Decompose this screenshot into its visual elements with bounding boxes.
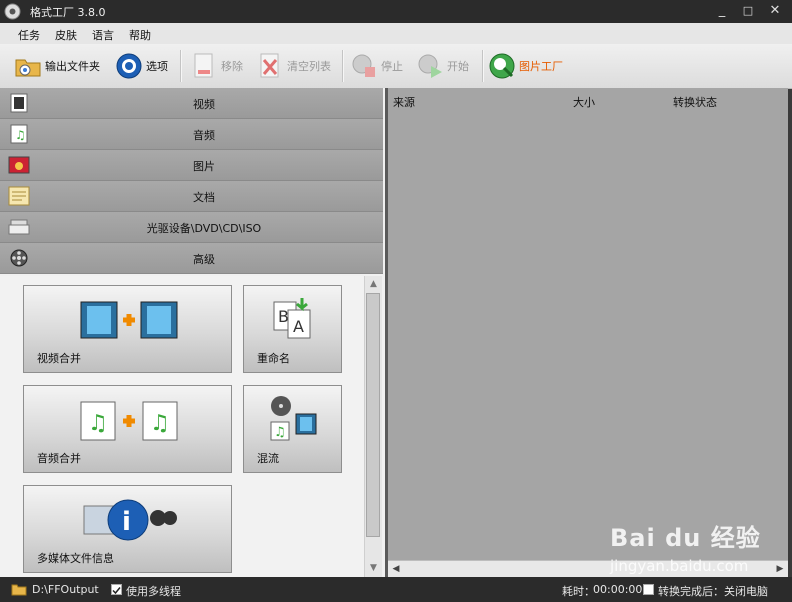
window-title: 格式工厂 3.8.0 — [30, 6, 106, 19]
svg-text:B: B — [278, 307, 289, 326]
folder-icon — [15, 59, 41, 77]
picture-factory-button[interactable]: 图片工厂 — [488, 51, 563, 81]
rename-tile[interactable]: B A 重命名 — [243, 285, 342, 373]
watermark-url: jingyan.baidu.com — [610, 557, 749, 575]
column-source[interactable]: 来源 — [393, 94, 415, 110]
audio-join-tile[interactable]: ♫ ♫ 音频合并 — [23, 385, 232, 473]
output-folder-button[interactable]: 输出文件夹 — [14, 51, 100, 81]
gear-icon — [116, 53, 142, 79]
tiles-scrollbar[interactable]: ▲ ▼ — [364, 276, 382, 577]
folder-icon — [11, 584, 27, 596]
status-bar: D:\FFOutput 使用多线程 耗时： 00:00:00 转换完成后：关闭电… — [0, 577, 792, 602]
remove-button[interactable]: 移除 — [190, 51, 243, 81]
task-list[interactable]: 来源 大小 转换状态 ◀ ▶ — [388, 88, 788, 578]
svg-text:♫: ♫ — [274, 425, 286, 440]
svg-text:i: i — [122, 507, 131, 537]
scrollbar-thumb[interactable] — [366, 293, 380, 537]
checkmark-icon — [112, 587, 121, 595]
clear-list-button[interactable]: 清空列表 — [256, 51, 331, 81]
app-logo-icon — [4, 3, 21, 20]
multithread-label: 使用多线程 — [126, 585, 181, 598]
svg-text:♫: ♫ — [88, 411, 108, 436]
watermark: Bai du 经验 jingyan.baidu.com — [610, 518, 761, 575]
output-folder-path[interactable]: D:\FFOutput — [32, 583, 99, 596]
scroll-left-icon[interactable]: ◀ — [388, 561, 404, 578]
toolbar-separator — [342, 50, 344, 82]
menu-help[interactable]: 帮助 — [129, 27, 151, 43]
menu-skin[interactable]: 皮肤 — [55, 27, 77, 43]
start-icon — [418, 54, 442, 78]
elapsed-label: 耗时： — [562, 585, 595, 598]
options-button[interactable]: 选项 — [115, 51, 168, 81]
multithread-checkbox[interactable] — [111, 584, 122, 595]
after-done-label: 转换完成后：关闭电脑 — [658, 585, 768, 598]
scroll-down-icon[interactable]: ▼ — [365, 560, 382, 576]
svg-text:A: A — [293, 317, 304, 336]
video-join-tile[interactable]: 视频合并 — [23, 285, 232, 373]
media-info-icon: i — [83, 499, 177, 541]
scroll-right-icon[interactable]: ▶ — [772, 561, 788, 578]
advanced-tools-panel: 视频合并 B A 重命名 ♫ ♫ 音频合并 ♫ 混流 i 多媒体文件信息 — [0, 276, 364, 577]
stop-icon — [352, 54, 375, 77]
audio-join-icon: ♫ ♫ — [80, 401, 178, 441]
category-picture[interactable]: 图片 — [0, 150, 383, 181]
shutdown-checkbox[interactable] — [643, 584, 654, 595]
stop-button[interactable]: 停止 — [350, 51, 403, 81]
minimize-button[interactable]: _ — [710, 0, 734, 23]
mux-tile[interactable]: ♫ 混流 — [243, 385, 342, 473]
video-join-icon — [80, 301, 178, 339]
rename-icon: B A — [273, 298, 311, 339]
category-optical-drive[interactable]: 光驱设备\DVD\CD\ISO — [0, 212, 383, 243]
toolbar-separator — [482, 50, 484, 82]
toolbar: 输出文件夹 选项 移除 清空列表 停止 开始 图片工厂 — [0, 44, 792, 89]
start-button[interactable]: 开始 — [416, 51, 469, 81]
column-status[interactable]: 转换状态 — [673, 94, 717, 110]
category-document[interactable]: 文档 — [0, 181, 383, 212]
remove-document-icon — [194, 53, 213, 78]
column-size[interactable]: 大小 — [573, 94, 595, 110]
mux-icon: ♫ — [270, 396, 317, 441]
menu-bar: 任务 皮肤 语言 帮助 — [0, 23, 792, 44]
watermark-brand: Bai du 经验 — [610, 524, 761, 552]
category-audio[interactable]: ♫ 音频 — [0, 119, 383, 150]
category-video[interactable]: 视频 — [0, 88, 383, 119]
media-info-tile[interactable]: i 多媒体文件信息 — [23, 485, 232, 573]
scroll-up-icon[interactable]: ▲ — [365, 276, 382, 292]
category-advanced[interactable]: 高级 — [0, 243, 383, 274]
elapsed-time: 00:00:00 — [593, 583, 643, 596]
toolbar-separator — [180, 50, 182, 82]
left-pane: 视频 ♫ 音频 图片 文档 光驱设备\DVD\CD\ISO 高级 视频合并 B … — [0, 88, 385, 577]
picture-factory-icon — [489, 53, 515, 79]
svg-text:♫: ♫ — [150, 411, 170, 436]
clear-list-icon — [260, 53, 279, 78]
menu-task[interactable]: 任务 — [18, 27, 40, 43]
title-bar: 格式工厂 3.8.0 _ □ ✕ — [0, 0, 792, 23]
maximize-button[interactable]: □ — [736, 0, 760, 23]
close-button[interactable]: ✕ — [763, 0, 787, 23]
menu-language[interactable]: 语言 — [92, 27, 114, 43]
